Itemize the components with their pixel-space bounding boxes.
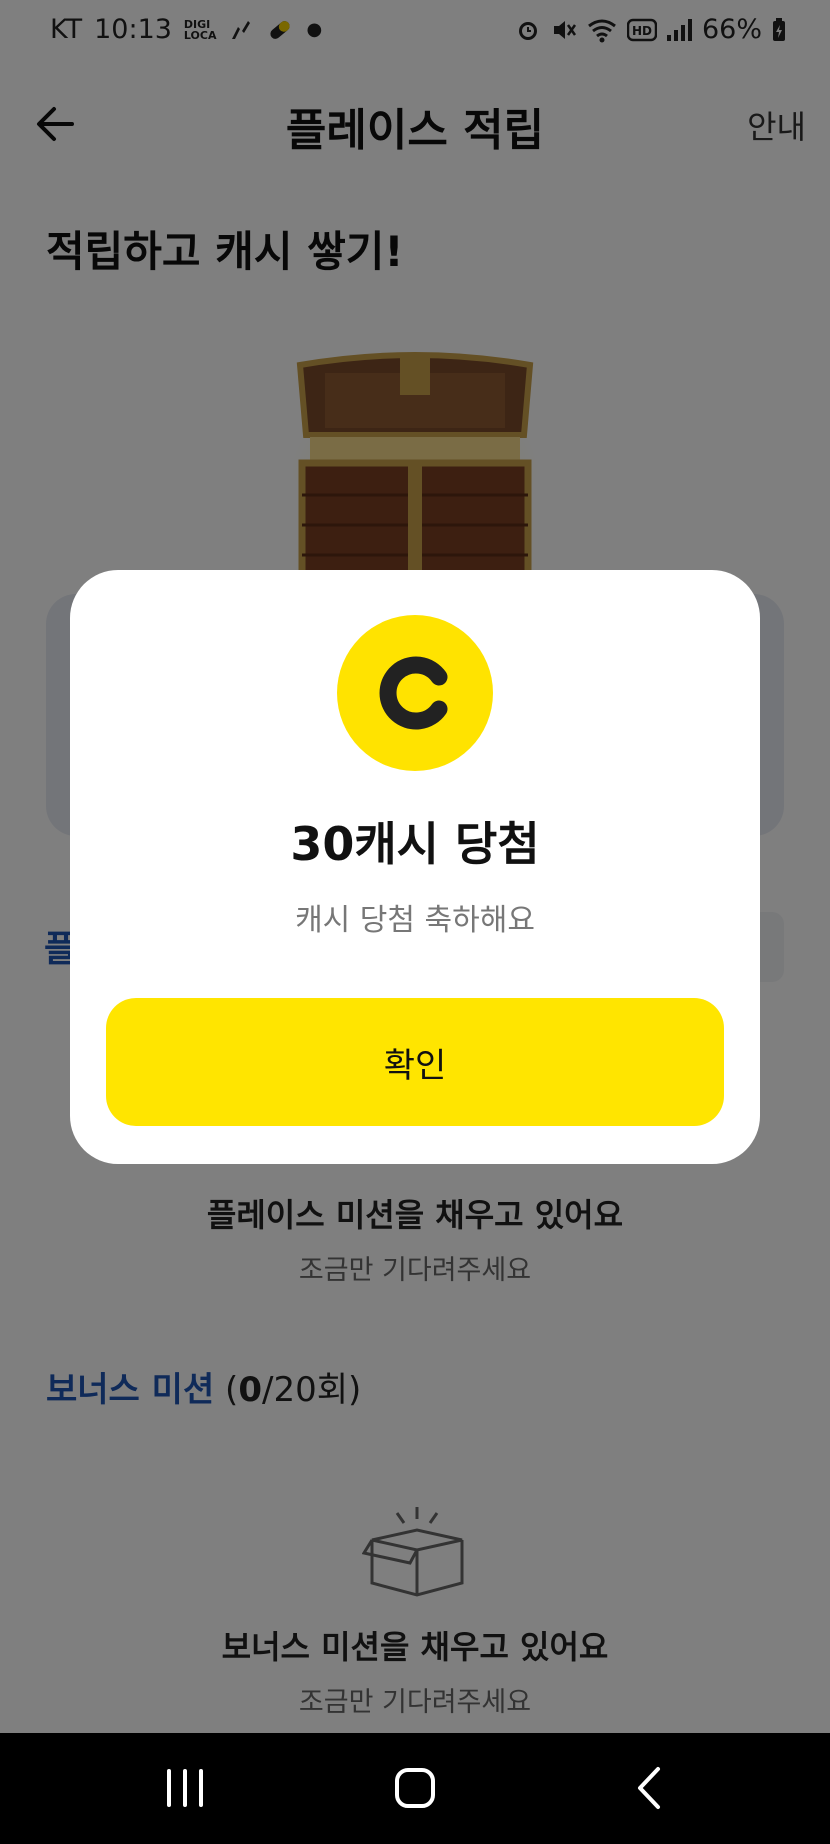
recent-apps-icon[interactable] bbox=[155, 1763, 215, 1813]
cash-win-dialog: 30캐시 당첨 캐시 당첨 축하해요 확인 bbox=[70, 570, 760, 1164]
cash-coin-icon bbox=[337, 615, 493, 771]
system-navigation-bar bbox=[0, 1733, 830, 1844]
app-screen: KT 10:13 DIGI LOCA ● bbox=[0, 0, 830, 1733]
confirm-button[interactable]: 확인 bbox=[106, 998, 724, 1126]
dialog-subtitle: 캐시 당첨 축하해요 bbox=[295, 903, 535, 938]
home-icon[interactable] bbox=[385, 1763, 445, 1813]
back-nav-icon[interactable] bbox=[620, 1763, 680, 1813]
dialog-title: 30캐시 당첨 bbox=[290, 817, 540, 871]
